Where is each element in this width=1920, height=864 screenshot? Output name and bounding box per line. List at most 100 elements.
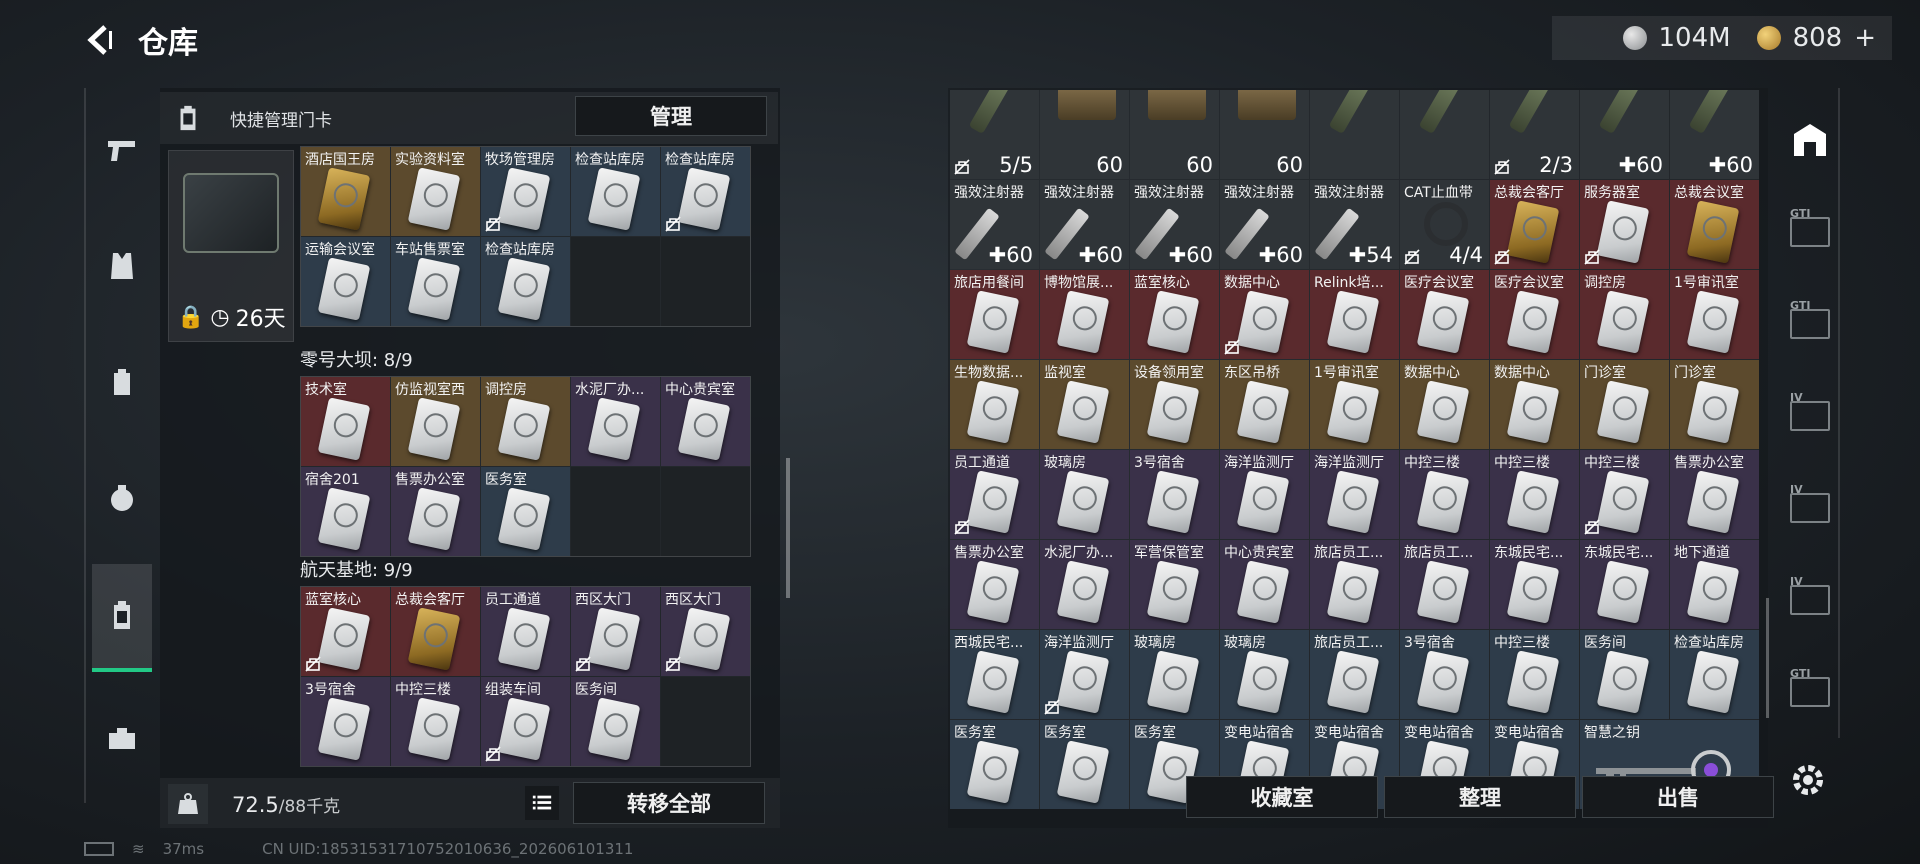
tool-slot[interactable] — [1310, 90, 1399, 179]
case-gti-small-tab[interactable]: GTI — [1782, 664, 1838, 720]
sell-button[interactable]: 出售 — [1582, 776, 1774, 818]
keycard-slot[interactable]: 玻璃房 — [1130, 630, 1219, 719]
left-scrollbar[interactable] — [786, 458, 790, 598]
keycard-slot[interactable]: 中心贵宾室 — [661, 377, 750, 466]
keycard-slot[interactable]: 中心贵宾室 — [1220, 540, 1309, 629]
ammo-slot[interactable]: 60 — [1220, 90, 1309, 179]
empty-slot[interactable] — [661, 677, 750, 766]
keycard-slot[interactable]: 医疗会议室 — [1490, 270, 1579, 359]
keycard-slot[interactable]: 技术室 — [301, 377, 390, 466]
keycard-slot[interactable]: 旅店员工... — [1310, 630, 1399, 719]
keycard-slot[interactable]: 售票办公室 — [1670, 450, 1759, 539]
keycard-slot[interactable]: 蓝室核心 — [1130, 270, 1219, 359]
tool-slot[interactable] — [1400, 90, 1489, 179]
keycard-slot[interactable]: 设备领用室 — [1130, 360, 1219, 449]
case-iv-safe-tab[interactable]: IV — [1782, 572, 1838, 628]
keycard-slot[interactable]: 海洋监测厅 — [1220, 450, 1309, 539]
syringe-slot[interactable]: 强效注射器 ✚60 — [1130, 180, 1219, 269]
keycard-slot[interactable]: 3号宿舍 — [301, 677, 390, 766]
keycard-slot[interactable]: 医务室 — [481, 467, 570, 556]
syringe-slot[interactable]: 强效注射器 ✚60 — [1040, 180, 1129, 269]
keycard-slot[interactable]: 水泥厂办... — [1040, 540, 1129, 629]
keycard-slot[interactable]: 员工通道 — [950, 450, 1039, 539]
case-gti-tab[interactable]: GTI — [1782, 204, 1838, 260]
backpack-tab[interactable] — [92, 352, 152, 412]
ammo-slot[interactable]: 60 — [1130, 90, 1219, 179]
keycard-slot[interactable]: 检查站库房 — [1670, 630, 1759, 719]
keycard-slot[interactable]: 中控三楼 — [1490, 630, 1579, 719]
list-view-button[interactable] — [525, 786, 559, 820]
keycard-slot[interactable]: 西区大门 — [661, 587, 750, 676]
keycard-slot[interactable]: 海洋监测厅 — [1310, 450, 1399, 539]
keycard-slot[interactable]: 运输会议室 — [301, 237, 390, 326]
keycard-slot[interactable]: 检查站库房 — [571, 147, 660, 236]
bag-tab[interactable] — [92, 468, 152, 528]
keycard-slot[interactable]: 检查站库房 — [481, 237, 570, 326]
stash-scrollbar[interactable] — [1766, 598, 1769, 718]
keycard-slot[interactable]: 1号审讯室 — [1670, 270, 1759, 359]
keycard-slot[interactable]: 生物数据... — [950, 360, 1039, 449]
keycard-slot[interactable]: 宿舍201 — [301, 467, 390, 556]
collection-room-button[interactable]: 收藏室 — [1186, 776, 1378, 818]
keycard-slot[interactable]: 检查站库房 — [661, 147, 750, 236]
keycard-slot[interactable]: 监视室 — [1040, 360, 1129, 449]
keycard-slot[interactable]: 东区吊桥 — [1220, 360, 1309, 449]
keycard-slot[interactable]: 西城民宅... — [950, 630, 1039, 719]
keycard-slot[interactable]: 医务间 — [1580, 630, 1669, 719]
keycard-slot[interactable]: 玻璃房 — [1040, 450, 1129, 539]
keycard-slot[interactable]: 数据中心 — [1490, 360, 1579, 449]
keycard-slot[interactable]: 玻璃房 — [1220, 630, 1309, 719]
tool-slot[interactable]: 2/3 — [1490, 90, 1579, 179]
keycard-slot[interactable]: Relink培... — [1310, 270, 1399, 359]
armor-tab[interactable] — [92, 236, 152, 296]
keycard-slot[interactable]: 门诊室 — [1670, 360, 1759, 449]
keycard-slot[interactable]: 数据中心 — [1220, 270, 1309, 359]
manage-button[interactable]: 管理 — [575, 96, 767, 136]
keycard-slot[interactable]: 旅店用餐间 — [950, 270, 1039, 359]
sort-button[interactable]: 整理 — [1384, 776, 1576, 818]
keycard-slot[interactable]: 总裁会议室 — [1670, 180, 1759, 269]
keycard-slot[interactable]: 水泥厂办... — [571, 377, 660, 466]
keycard-slot[interactable]: 旅店员工... — [1400, 540, 1489, 629]
keycard-slot[interactable]: 实验资料室 — [391, 147, 480, 236]
keycard-slot[interactable]: 军营保管室 — [1130, 540, 1219, 629]
keycard-slot[interactable]: 蓝室核心 — [301, 587, 390, 676]
syringe-slot[interactable]: 强效注射器 ✚60 — [950, 180, 1039, 269]
syringe-slot[interactable]: 强效注射器 ✚60 — [1220, 180, 1309, 269]
keycard-slot[interactable]: 中控三楼 — [1580, 450, 1669, 539]
settings-gear-icon[interactable] — [1788, 760, 1828, 800]
base-tab[interactable] — [1782, 112, 1838, 168]
keycard-slot[interactable]: 西区大门 — [571, 587, 660, 676]
keycard-slot[interactable]: 售票办公室 — [950, 540, 1039, 629]
keycard-slot[interactable]: 调控房 — [481, 377, 570, 466]
currency-bar[interactable]: 104M 808 + — [1552, 16, 1892, 60]
empty-slot[interactable] — [661, 467, 750, 556]
empty-slot[interactable] — [571, 237, 660, 326]
keycard-slot[interactable]: 调控房 — [1580, 270, 1669, 359]
keycard-slot[interactable]: 车站售票室 — [391, 237, 480, 326]
keycard-slot[interactable]: 门诊室 — [1580, 360, 1669, 449]
keycard-slot[interactable]: 海洋监测厅 — [1040, 630, 1129, 719]
keycard-slot[interactable]: 医务间 — [571, 677, 660, 766]
toolbox-tab[interactable] — [92, 708, 152, 768]
keycard-slot[interactable]: 员工通道 — [481, 587, 570, 676]
syringe-slot[interactable]: 强效注射器 ✚54 — [1310, 180, 1399, 269]
keycard-slot[interactable]: 组装车间 — [481, 677, 570, 766]
add-gold-icon[interactable]: + — [1854, 23, 1876, 53]
tool-slot[interactable]: ✚60 — [1580, 90, 1669, 179]
keycard-slot[interactable]: 总裁会客厅 — [1490, 180, 1579, 269]
keycard-tab[interactable] — [92, 564, 152, 672]
empty-slot[interactable] — [571, 467, 660, 556]
tourniquet-slot[interactable]: CAT止血带 4/4 — [1400, 180, 1489, 269]
tool-slot[interactable]: 5/5 — [950, 90, 1039, 179]
keycard-slot[interactable]: 医疗会议室 — [1400, 270, 1489, 359]
back-button[interactable] — [80, 20, 120, 60]
weapons-tab[interactable] — [92, 120, 152, 180]
case-iv-tab[interactable]: IV — [1782, 388, 1838, 444]
keycard-slot[interactable]: 东城民宅... — [1490, 540, 1579, 629]
keycard-slot[interactable]: 中控三楼 — [391, 677, 480, 766]
empty-slot[interactable] — [661, 237, 750, 326]
keycard-slot[interactable]: 服务器室 — [1580, 180, 1669, 269]
keycard-slot[interactable]: 3号宿舍 — [1400, 630, 1489, 719]
keycard-slot[interactable]: 酒店国王房 — [301, 147, 390, 236]
